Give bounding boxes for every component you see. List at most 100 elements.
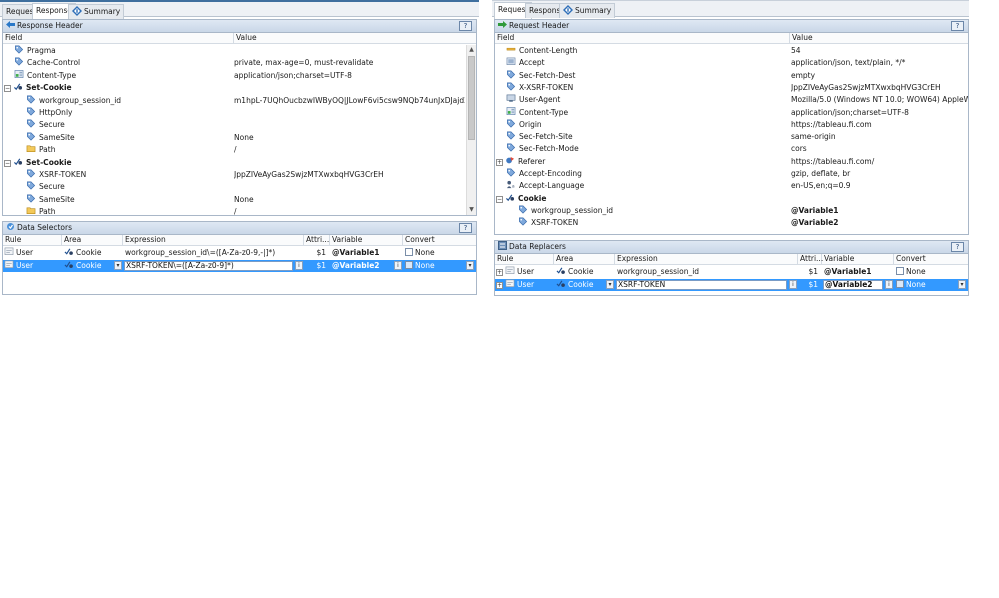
collapse-icon[interactable]: − [4, 85, 11, 93]
header-row[interactable]: Accept-Encoding gzip, deflate, br [495, 168, 968, 180]
header-row[interactable]: X-XSRF-TOKEN JppZIVeAyGas2SwjzMTXwxbqHVG3… [495, 82, 968, 94]
collapse-icon[interactable]: − [496, 195, 503, 203]
rule-row[interactable]: User Cookie ▾ XSRF-TOKEN\=([A-Za-z0-9]*) i $1… [3, 259, 476, 272]
header-row[interactable]: − Cookie [495, 193, 968, 205]
column-value[interactable]: Value [790, 33, 970, 44]
convert-cell[interactable]: None [403, 247, 476, 259]
expression-cell[interactable]: workgroup_session_id [615, 266, 798, 278]
variable-info-button[interactable]: i [885, 279, 893, 289]
header-row[interactable]: HttpOnly [3, 107, 465, 119]
variable-value[interactable]: @Variable1 [332, 248, 380, 257]
column-variable[interactable]: Variable [822, 254, 894, 265]
rule-cell[interactable]: User [3, 260, 62, 272]
header-row[interactable]: Content-Type application/json;charset=UTF… [3, 69, 465, 82]
column-area[interactable]: Area [554, 254, 615, 265]
header-row[interactable]: − Set-Cookie [3, 157, 465, 169]
convert-checkbox[interactable] [405, 248, 413, 256]
expand-icon[interactable]: + [496, 158, 503, 166]
convert-checkbox[interactable] [896, 267, 904, 275]
attribute-cell[interactable]: $1 [798, 279, 822, 291]
column-attribute[interactable]: Attri... [798, 254, 823, 265]
expression-input[interactable]: workgroup_session_id\=([A-Za-z0-9,-|]*) [125, 248, 275, 257]
variable-cell[interactable]: @Variable1 [822, 266, 894, 278]
header-row[interactable]: − Set-Cookie [3, 82, 465, 94]
scroll-thumb[interactable] [468, 56, 475, 140]
scroll-up-arrow[interactable]: ▲ [467, 45, 476, 55]
variable-value[interactable]: @Variable1 [824, 267, 872, 276]
convert-cell[interactable]: None [894, 266, 968, 278]
column-area[interactable]: Area [62, 235, 123, 246]
expression-input[interactable]: XSRF-TOKEN [616, 279, 787, 290]
expression-info-button[interactable]: i [295, 260, 303, 270]
column-convert[interactable]: Convert [403, 235, 476, 246]
convert-dropdown-icon[interactable]: ▾ [466, 260, 474, 270]
area-dropdown-icon[interactable]: ▾ [606, 279, 614, 289]
collapse-icon[interactable]: − [4, 159, 11, 167]
attribute-cell[interactable]: $1 [304, 260, 330, 272]
header-row[interactable]: User-Agent Mozilla/5.0 (Windows NT 10.0; … [495, 94, 968, 106]
header-row[interactable]: Content-Length 54 [495, 45, 968, 57]
rule-row[interactable]: + User Cookie workgroup_session_id $1 @Variab… [495, 266, 968, 278]
header-row[interactable]: Secure [3, 119, 465, 131]
header-row[interactable]: SameSite None [3, 194, 465, 206]
variable-cell[interactable]: @Variable1 [330, 247, 403, 259]
header-row[interactable]: Sec-Fetch-Mode cors [495, 143, 968, 155]
header-row[interactable]: Origin https://tableau.fi.com [495, 119, 968, 131]
column-value[interactable]: Value [234, 33, 467, 44]
variable-value[interactable]: @Variable2 [823, 279, 883, 290]
variable-info-button[interactable]: i [394, 260, 402, 270]
column-field[interactable]: Field [3, 33, 234, 44]
header-row[interactable]: Path / [3, 206, 465, 215]
convert-checkbox[interactable] [896, 279, 904, 288]
rule-cell[interactable]: User [3, 247, 62, 259]
rule-row[interactable]: User Cookie workgroup_session_id\=([A-Za-z… [3, 247, 476, 259]
scroll-down-arrow[interactable]: ▼ [467, 205, 476, 215]
header-row[interactable]: Sec-Fetch-Site same-origin [495, 131, 968, 143]
column-convert[interactable]: Convert [894, 254, 968, 265]
convert-cell[interactable]: None ▾ [403, 260, 476, 272]
tab-summary[interactable]: Summary [68, 4, 125, 19]
expression-cell[interactable]: workgroup_session_id\=([A-Za-z0-9,-|]*) [123, 247, 304, 259]
header-row[interactable]: XSRF-TOKEN JppZIVeAyGas2SwjzMTXwxbqHVG3Cr… [3, 169, 465, 181]
header-row[interactable]: Secure [3, 181, 465, 193]
expression-input[interactable]: workgroup_session_id [617, 267, 699, 276]
header-row[interactable]: workgroup_session_id m1hpL-7UQhOucbzwIWBy… [3, 95, 465, 107]
convert-dropdown-icon[interactable]: ▾ [958, 279, 966, 289]
header-row[interactable]: Pragma [3, 45, 465, 57]
variable-cell[interactable]: @Variable2 i [330, 260, 403, 272]
tab-summary[interactable]: Summary [559, 3, 616, 18]
column-variable[interactable]: Variable [330, 235, 403, 246]
column-field[interactable]: Field [495, 33, 790, 44]
convert-checkbox[interactable] [405, 260, 413, 269]
column-rule[interactable]: Rule [495, 254, 554, 265]
header-row[interactable]: workgroup_session_id @Variable1 [495, 205, 968, 217]
column-expression[interactable]: Expression [123, 235, 304, 246]
help-button[interactable]: ? [459, 223, 472, 233]
expression-cell[interactable]: XSRF-TOKEN\=([A-Za-z0-9]*) i [123, 260, 304, 272]
rule-row[interactable]: + User Cookie ▾ XSRF-TOKEN i $1 @Variable2 i None… [495, 278, 968, 291]
rule-cell[interactable]: + User [495, 279, 554, 291]
expand-icon[interactable]: + [496, 281, 503, 289]
help-button[interactable]: ? [459, 21, 472, 31]
help-button[interactable]: ? [951, 21, 964, 31]
area-cell[interactable]: Cookie ▾ [62, 260, 123, 272]
header-row[interactable]: Cache-Control private, max-age=0, must-re… [3, 57, 465, 69]
variable-cell[interactable]: @Variable2 i [822, 279, 894, 291]
header-row[interactable]: SameSite None [3, 132, 465, 144]
attribute-cell[interactable]: $1 [798, 266, 822, 278]
header-row[interactable]: a Accept-Language en-US,en;q=0.9 [495, 180, 968, 192]
variable-value[interactable]: @Variable2 [332, 261, 380, 270]
expression-cell[interactable]: XSRF-TOKEN i [615, 279, 798, 291]
area-cell[interactable]: Cookie [554, 266, 615, 278]
header-row[interactable]: XSRF-TOKEN @Variable2 [495, 217, 968, 229]
header-row[interactable]: Accept application/json, text/plain, */* [495, 57, 968, 69]
rule-cell[interactable]: + User [495, 266, 554, 278]
header-row[interactable]: Path / [3, 144, 465, 156]
expression-input[interactable]: XSRF-TOKEN\=([A-Za-z0-9]*) [124, 260, 293, 271]
attribute-cell[interactable]: $1 [304, 247, 330, 259]
area-cell[interactable]: Cookie ▾ [554, 279, 615, 291]
column-rule[interactable]: Rule [3, 235, 62, 246]
header-row[interactable]: Content-Type application/json;charset=UTF… [495, 106, 968, 119]
header-row[interactable]: Sec-Fetch-Dest empty [495, 70, 968, 82]
area-cell[interactable]: Cookie [62, 247, 123, 259]
